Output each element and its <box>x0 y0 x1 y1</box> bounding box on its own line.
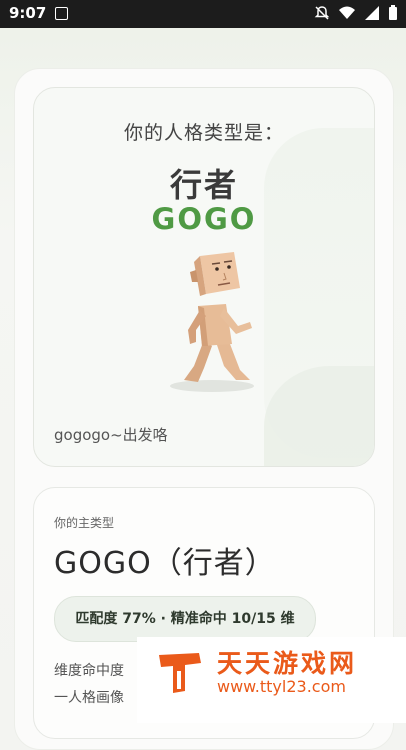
signal-icon <box>365 6 379 20</box>
wifi-icon <box>339 6 355 19</box>
result-subtitle: 你的人格类型是： <box>123 122 284 144</box>
watermark-title: 天天游戏网 <box>217 649 358 678</box>
description-line-1: 维度命中度 <box>54 663 124 679</box>
battery-icon <box>389 5 397 20</box>
walking-character-illustration <box>170 252 254 392</box>
type-name-en: GOGO <box>151 202 257 236</box>
description-text: 维度命中度 一人格画像 <box>54 658 124 712</box>
watermark-url: www.ttyl23.com <box>217 677 346 696</box>
result-card: 你的人格类型是： 行者 GOGO gogogo~出发咯 <box>33 87 375 467</box>
status-bar: 9:07 <box>0 0 406 28</box>
watermark: 天天游戏网 www.ttyl23.com <box>137 637 406 723</box>
main-type-label: 你的主类型 <box>54 516 115 530</box>
watermark-logo <box>159 653 201 693</box>
status-icons <box>314 5 398 21</box>
result-caption: gogogo~出发咯 <box>54 426 168 444</box>
main-type-value: GOGO（行者） <box>54 546 276 581</box>
mute-icon <box>314 6 330 20</box>
match-badge: 匹配度 77% · 精准命中 10/15 维 <box>54 596 316 642</box>
notification-icon <box>55 7 68 20</box>
type-name-cn: 行者 <box>169 166 238 204</box>
status-time: 9:07 <box>9 4 47 22</box>
description-line-2: 一人格画像 <box>54 690 124 706</box>
